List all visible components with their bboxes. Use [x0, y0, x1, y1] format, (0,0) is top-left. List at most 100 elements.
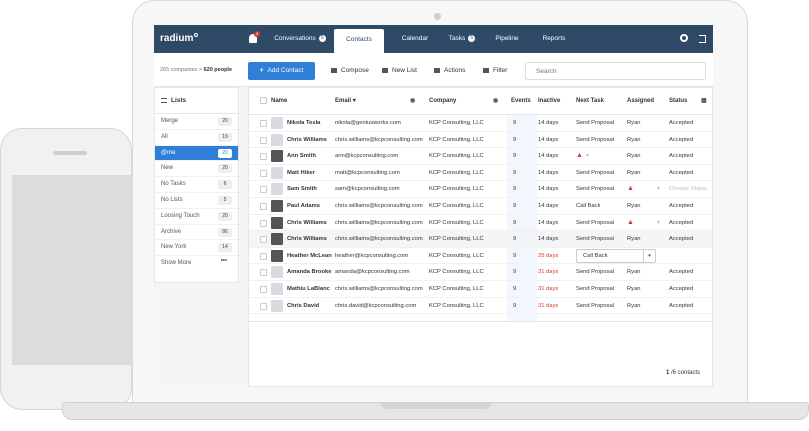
eye-icon[interactable]: ◉: [493, 88, 498, 114]
contact-assigned[interactable]: Ryan: [627, 281, 641, 298]
contact-next-task[interactable]: Send Proposal: [576, 181, 614, 198]
header-email[interactable]: Email ▾: [335, 88, 356, 114]
next-task-select[interactable]: Call Back ▾: [576, 248, 656, 263]
chevron-down-icon[interactable]: ▾: [657, 181, 660, 198]
contact-assigned[interactable]: Ryan: [627, 165, 641, 182]
table-row[interactable]: Chris Williams chris.williams@kcpconsulti…: [249, 231, 712, 248]
sidebar-item-loosing-touch[interactable]: Loosing Touch 20: [155, 209, 238, 225]
compose-button[interactable]: Compose: [331, 67, 369, 74]
table-row[interactable]: Sam Smith sam@kcpconsulting.com KCP Consul…: [249, 181, 712, 198]
contact-assigned[interactable]: Ryan: [627, 115, 641, 132]
select-all-checkbox[interactable]: [260, 97, 267, 104]
table-row[interactable]: Nikola Tesla nikola@geniusworks.com KCP Co…: [249, 115, 712, 132]
contact-company[interactable]: KCP Consulting, LLC: [429, 165, 505, 182]
row-checkbox[interactable]: [260, 120, 267, 127]
row-checkbox[interactable]: [260, 302, 267, 310]
new-list-button[interactable]: New List: [382, 67, 417, 74]
chevron-down-icon[interactable]: ▾: [657, 215, 660, 232]
table-row[interactable]: Matt Hiker matt@kcpconsulting.com KCP Cons…: [249, 165, 712, 182]
table-row[interactable]: Mathiu LaBlanc chris.williams@kcpconsulti…: [249, 281, 712, 298]
contact-status[interactable]: Accepted: [669, 198, 712, 215]
row-checkbox[interactable]: [260, 153, 267, 161]
contact-name[interactable]: Paul Adams: [287, 198, 333, 215]
header-company[interactable]: Company: [429, 88, 456, 114]
contact-email[interactable]: matt@kcpconsulting.com: [335, 165, 427, 182]
actions-button[interactable]: Actions: [434, 67, 465, 74]
tab-conversations[interactable]: Conversations 5: [266, 25, 334, 53]
contact-email[interactable]: ann@kcpconsulting.com: [335, 148, 427, 165]
contact-status[interactable]: Accepted: [669, 264, 712, 281]
companies-count[interactable]: 265 companies: [160, 67, 197, 73]
contact-company[interactable]: KCP Consulting, LLC: [429, 148, 505, 165]
table-row[interactable]: Chris Williams chris.williams@kcpconsulti…: [249, 215, 712, 232]
contact-name[interactable]: Sam Smith: [287, 181, 333, 198]
table-row[interactable]: Chris David chris.david@kcpconsulting.com…: [249, 298, 712, 315]
contact-name[interactable]: Ann Smith: [287, 148, 333, 165]
contact-name[interactable]: Chris Williams: [287, 132, 333, 149]
contact-email[interactable]: heather@kcpconsulting.com: [335, 248, 427, 265]
tab-pipeline[interactable]: Pipeline: [490, 25, 524, 53]
contact-next-task[interactable]: Send Proposal: [576, 298, 614, 315]
sidebar-item-new[interactable]: New 20: [155, 161, 238, 178]
contact-name[interactable]: Amanda Brooke: [287, 264, 333, 281]
tab-tasks[interactable]: Tasks 5: [444, 25, 480, 53]
contact-next-task[interactable]: Send Proposal: [576, 132, 614, 149]
contact-company[interactable]: KCP Consulting, LLC: [429, 132, 505, 149]
header-next-task[interactable]: Next Task: [576, 88, 604, 114]
contact-company[interactable]: KCP Consulting, LLC: [429, 231, 505, 248]
contact-status[interactable]: Choose Status: [669, 181, 712, 198]
contact-next-task[interactable]: Send Proposal: [576, 215, 614, 232]
header-inactive[interactable]: Inactive: [538, 88, 560, 114]
sidebar-item-no-tasks[interactable]: No Tasks 6: [155, 177, 238, 193]
contact-company[interactable]: KCP Consulting, LLC: [429, 281, 505, 298]
contact-next-task[interactable]: Call Back: [576, 198, 600, 215]
show-more-link[interactable]: Show More •••: [155, 256, 238, 270]
contact-email[interactable]: sam@kcpconsulting.com: [335, 181, 427, 198]
contact-name[interactable]: Heather McLean: [287, 248, 333, 265]
search-input[interactable]: [525, 62, 706, 80]
contact-name[interactable]: Matt Hiker: [287, 165, 333, 182]
contact-status[interactable]: Accepted: [669, 215, 712, 232]
sidebar-item-archive[interactable]: Archive 86: [155, 225, 238, 241]
row-checkbox[interactable]: [260, 186, 267, 194]
contact-company[interactable]: KCP Consulting, LLC: [429, 181, 505, 198]
sidebar-item-new-york[interactable]: New York 14: [155, 240, 238, 257]
sidebar-item-all[interactable]: All 19: [155, 130, 238, 146]
contact-assigned[interactable]: Ryan: [627, 231, 641, 248]
contact-email[interactable]: chris.williams@kcpconsulting.com: [335, 132, 427, 149]
contact-company[interactable]: KCP Consulting, LLC: [429, 264, 505, 281]
chevron-down-icon[interactable]: ▾: [586, 148, 589, 165]
contact-next-task[interactable]: Send Proposal: [576, 264, 614, 281]
columns-grid-icon[interactable]: ▦: [701, 88, 707, 114]
page-current[interactable]: 1: [666, 370, 669, 376]
gear-icon[interactable]: [680, 34, 688, 42]
contact-assigned[interactable]: Ryan: [627, 148, 641, 165]
contact-status[interactable]: Accepted: [669, 281, 712, 298]
contact-email[interactable]: nikola@geniusworks.com: [335, 115, 427, 132]
tab-reports[interactable]: Reports: [536, 25, 572, 53]
sidebar-item-no-lists[interactable]: No Lists 5: [155, 193, 238, 209]
contact-company[interactable]: KCP Consulting, LLC: [429, 115, 505, 132]
filter-button[interactable]: Filter: [483, 67, 507, 74]
table-row[interactable]: Ann Smith ann@kcpconsulting.com KCP Consul…: [249, 148, 712, 165]
row-checkbox[interactable]: [260, 203, 267, 210]
table-row[interactable]: Chris Williams chris.williams@kcpconsulti…: [249, 132, 712, 149]
tab-calendar[interactable]: Calendar: [394, 25, 436, 53]
row-checkbox[interactable]: [260, 252, 267, 260]
contact-status[interactable]: Accepted: [669, 231, 712, 248]
contact-status[interactable]: Accepted: [669, 132, 712, 149]
contact-assigned[interactable]: Ryan: [627, 298, 641, 315]
contact-name[interactable]: Nikola Tesla: [287, 115, 333, 132]
contact-next-task[interactable]: Send Proposal: [576, 115, 614, 132]
contact-assigned[interactable]: Ryan: [627, 264, 641, 281]
sidebar-item-merge[interactable]: Merge 20: [155, 114, 238, 130]
row-checkbox[interactable]: [260, 169, 267, 177]
add-contact-button[interactable]: + Add Contact: [248, 62, 315, 80]
tab-contacts[interactable]: Contacts: [334, 29, 384, 53]
contact-name[interactable]: Mathiu LaBlanc: [287, 281, 333, 298]
contact-status[interactable]: Accepted: [669, 148, 712, 165]
contact-name[interactable]: Chris Williams: [287, 231, 333, 248]
table-row[interactable]: Amanda Brooke amanda@kcpconsulting.com KCP…: [249, 264, 712, 281]
contact-status[interactable]: Accepted: [669, 298, 712, 315]
contact-assigned[interactable]: Ryan: [627, 132, 641, 149]
